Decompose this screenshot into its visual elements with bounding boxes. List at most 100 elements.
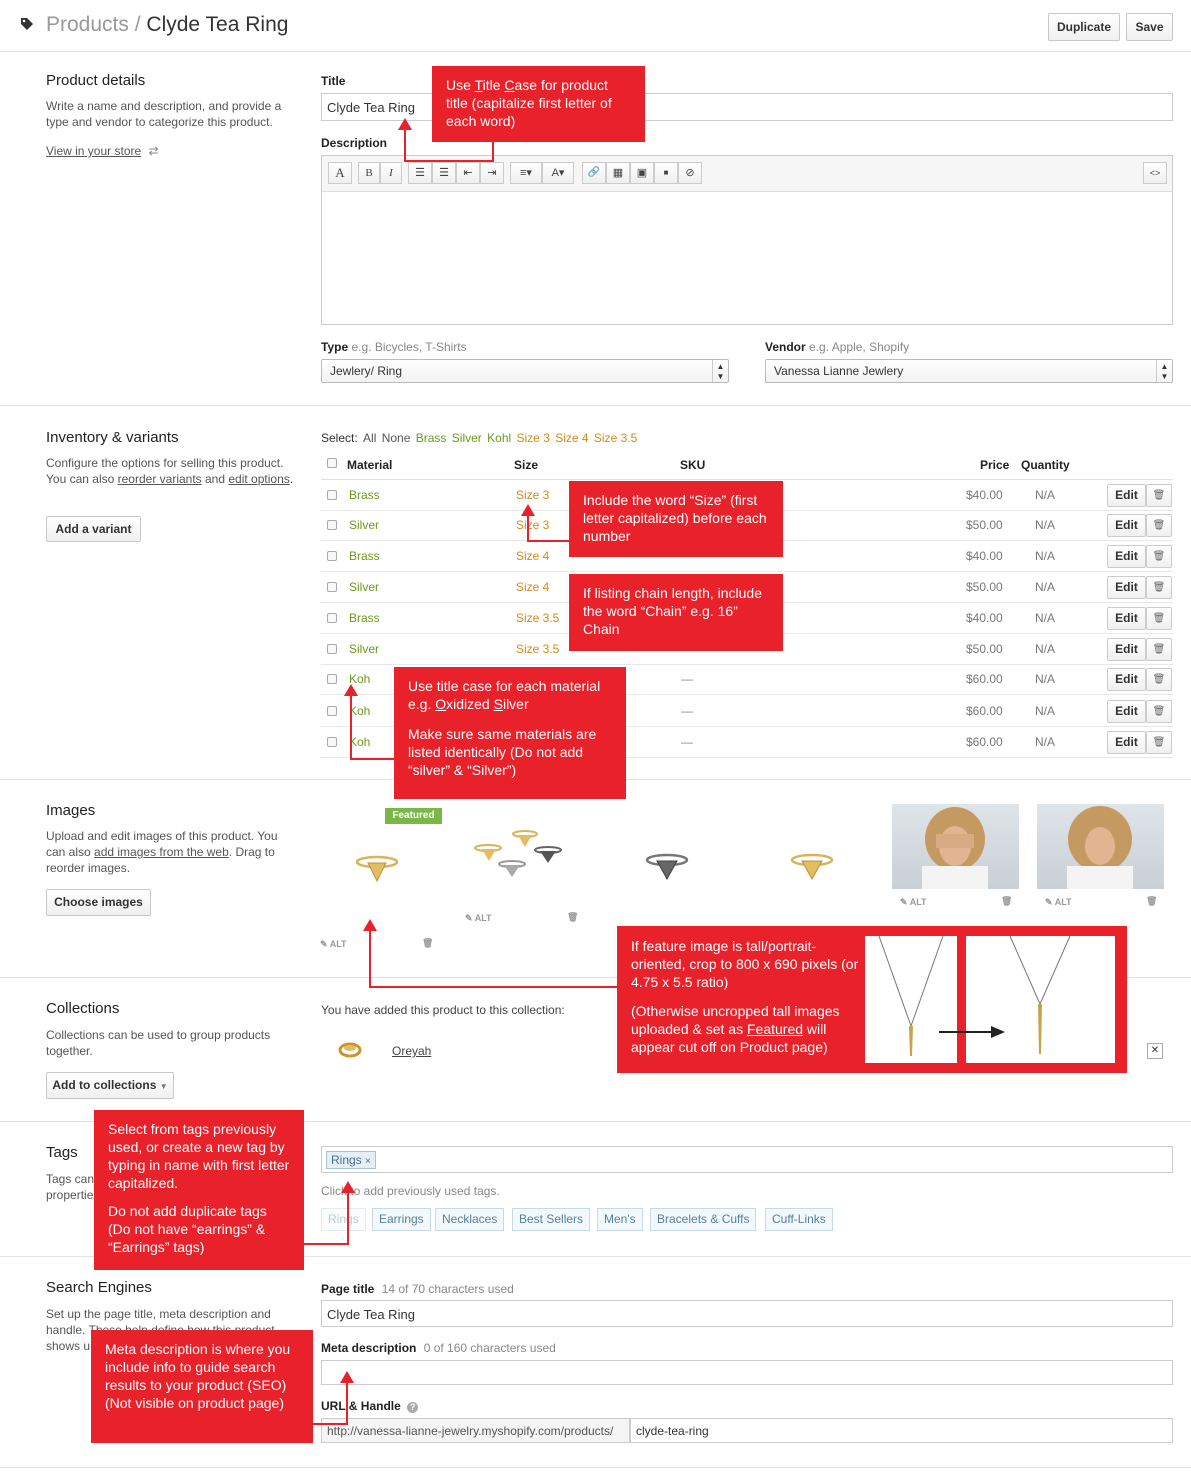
trash-icon[interactable]: 🗑 [1146,638,1172,661]
edit-variant-button[interactable]: Edit [1107,638,1146,661]
edit-variant-button[interactable]: Edit [1107,514,1146,537]
arrow-up-icon [341,1181,355,1193]
add-variant-button[interactable]: Add a variant [46,516,141,542]
clear-format-icon[interactable]: ⊘ [678,162,702,184]
image-alt-5[interactable]: ✎ ALT [900,897,927,908]
add-to-collections-button[interactable]: Add to collections ▼ [46,1072,174,1099]
row-checkbox[interactable] [327,490,337,500]
video-icon[interactable]: ■ [654,162,678,184]
collection-link-oreyah[interactable]: Oreyah [392,1044,431,1058]
numbered-list-icon[interactable]: ☰ [432,162,456,184]
select-size3-link[interactable]: Size 3 [517,431,550,445]
row-checkbox[interactable] [327,520,337,530]
text-color-icon[interactable]: A▾ [542,162,574,184]
image-alt-6[interactable]: ✎ ALT [1045,897,1072,908]
select-kohl-link[interactable]: Kohl [487,431,511,445]
trash-icon[interactable]: 🗑 [422,938,433,949]
font-icon[interactable]: A [328,162,352,184]
trash-icon[interactable]: 🗑 [1146,607,1172,630]
html-source-icon[interactable]: <> [1143,162,1167,184]
url-label-text: URL & Handle [321,1399,401,1413]
trash-icon[interactable]: 🗑 [1146,731,1172,754]
select-size35-link[interactable]: Size 3.5 [594,431,637,445]
select-all-checkbox[interactable] [327,458,337,468]
handle-input[interactable]: clyde-tea-ring [630,1418,1173,1443]
product-image-2[interactable] [470,828,565,883]
edit-variant-button[interactable]: Edit [1107,545,1146,568]
page-title-input[interactable]: Clyde Tea Ring [321,1300,1173,1327]
trash-icon[interactable]: 🗑 [1146,484,1172,507]
trash-icon[interactable]: 🗑 [1146,668,1172,691]
meta-description-input[interactable] [321,1360,1173,1385]
row-checkbox[interactable] [327,737,337,747]
view-in-store-text[interactable]: View in your store [46,144,141,158]
tag-chip-rings[interactable]: Rings × [326,1151,376,1169]
product-image-6[interactable] [1037,804,1164,889]
trash-icon[interactable]: 🗑 [1146,514,1172,537]
image-alt-1[interactable]: ✎ ALT [320,939,347,950]
breadcrumb-products[interactable]: Products [46,13,129,36]
tag-option[interactable]: Earrings [372,1208,431,1231]
tag-option[interactable]: Cuff-Links [765,1208,833,1231]
tag-option[interactable]: Necklaces [435,1208,505,1231]
italic-icon[interactable]: I [380,162,402,184]
edit-variant-button[interactable]: Edit [1107,607,1146,630]
select-size4-link[interactable]: Size 4 [555,431,588,445]
callout-line [527,540,569,542]
product-image-3[interactable] [642,848,692,884]
tag-remove-icon[interactable]: × [365,1156,371,1167]
row-checkbox[interactable] [327,613,337,623]
edit-variant-button[interactable]: Edit [1107,484,1146,507]
edit-variant-button[interactable]: Edit [1107,700,1146,723]
bullet-list-icon[interactable]: ☰ [408,162,432,184]
row-checkbox[interactable] [327,706,337,716]
tags-input[interactable]: Rings × [321,1146,1173,1173]
help-icon[interactable]: ? [407,1402,419,1413]
link-icon[interactable]: 🔗 [582,162,606,184]
tag-option[interactable]: Rings [321,1208,366,1231]
trash-icon[interactable]: 🗑 [1146,576,1172,599]
row-checkbox[interactable] [327,674,337,684]
reorder-variants-link[interactable]: reorder variants [118,472,202,486]
row-checkbox[interactable] [327,582,337,592]
select-all-link[interactable]: All [363,431,376,445]
trash-icon[interactable]: 🗑 [567,912,578,923]
trash-icon[interactable]: 🗑 [1146,896,1157,907]
indent-icon[interactable]: ⇥ [480,162,504,184]
outdent-icon[interactable]: ⇤ [456,162,480,184]
select-silver-link[interactable]: Silver [452,431,482,445]
add-images-web-link[interactable]: add images from the web [94,845,229,859]
table-icon[interactable]: ▦ [606,162,630,184]
edit-variant-button[interactable]: Edit [1107,668,1146,691]
bold-icon[interactable]: B [358,162,380,184]
tag-option[interactable]: Best Sellers [512,1208,591,1231]
view-in-store-link[interactable]: View in your store ⇄ [46,144,159,158]
product-image-4[interactable] [787,848,837,884]
edit-options-link[interactable]: edit options [228,472,289,486]
tag-option[interactable]: Men's [597,1208,643,1231]
align-icon[interactable]: ≡▾ [510,162,542,184]
image-alt-2[interactable]: ✎ ALT [465,913,492,924]
type-select[interactable]: Jewlery/ Ring ▲ ▼ [321,359,729,383]
type-label: Type e.g. Bicycles, T-Shirts [321,340,467,354]
row-checkbox[interactable] [327,551,337,561]
select-brass-link[interactable]: Brass [416,431,447,445]
description-textarea[interactable] [322,191,1172,324]
save-button[interactable]: Save [1126,13,1173,41]
duplicate-button[interactable]: Duplicate [1048,13,1120,41]
select-none-link[interactable]: None [382,431,411,445]
remove-collection-button[interactable]: ✕ [1147,1043,1163,1059]
image-icon[interactable]: ▣ [630,162,654,184]
tag-option[interactable]: Bracelets & Cuffs [650,1208,757,1231]
trash-icon[interactable]: 🗑 [1001,896,1012,907]
edit-variant-button[interactable]: Edit [1107,576,1146,599]
variant-table-header: Material Size SKU Price Quantity [321,450,1173,480]
trash-icon[interactable]: 🗑 [1146,700,1172,723]
row-checkbox[interactable] [327,644,337,654]
trash-icon[interactable]: 🗑 [1146,545,1172,568]
product-image-1[interactable] [352,850,402,886]
edit-variant-button[interactable]: Edit [1107,731,1146,754]
vendor-select[interactable]: Vanessa Lianne Jewlery ▲ ▼ [765,359,1173,383]
product-image-5[interactable] [892,804,1019,889]
choose-images-button[interactable]: Choose images [46,889,151,916]
